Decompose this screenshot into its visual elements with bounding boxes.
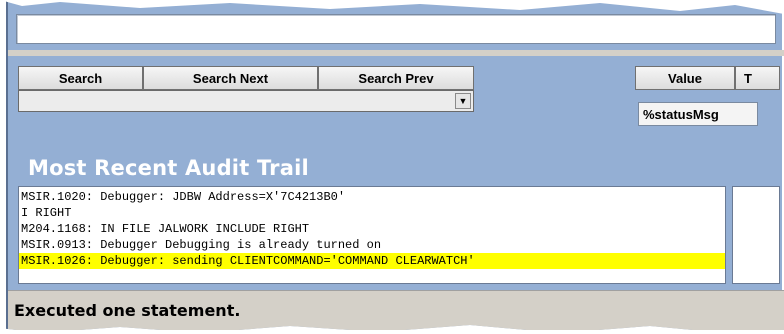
search-button[interactable]: Search xyxy=(18,66,143,90)
chevron-down-icon[interactable]: ▼ xyxy=(455,93,471,109)
truncated-column-header[interactable]: T xyxy=(735,66,780,90)
side-panel[interactable] xyxy=(732,186,780,284)
log-line: MSIR.0913: Debugger Debugging is already… xyxy=(21,238,382,252)
search-dropdown[interactable]: ▼ xyxy=(18,90,474,112)
log-line-highlighted: MSIR.1026: Debugger: sending CLIENTCOMMA… xyxy=(19,253,725,269)
log-line: M204.1168: IN FILE JALWORK INCLUDE RIGHT xyxy=(21,222,310,236)
log-line: MSIR.1020: Debugger: JDBW Address=X'7C42… xyxy=(21,190,346,204)
debugger-window: Search Search Next Search Prev Value T ▼… xyxy=(6,0,784,330)
value-cell-statusmsg[interactable]: %statusMsg xyxy=(638,102,758,126)
top-divider-band xyxy=(8,50,784,56)
value-column-header[interactable]: Value xyxy=(635,66,735,90)
audit-trail-log[interactable]: MSIR.1020: Debugger: JDBW Address=X'7C42… xyxy=(18,186,726,284)
screenshot-frame: Search Search Next Search Prev Value T ▼… xyxy=(0,0,784,334)
top-text-field[interactable] xyxy=(16,14,776,44)
audit-trail-title: Most Recent Audit Trail xyxy=(28,156,309,180)
search-next-button[interactable]: Search Next xyxy=(143,66,318,90)
search-prev-button[interactable]: Search Prev xyxy=(318,66,474,90)
status-text: Executed one statement. xyxy=(14,301,241,320)
status-bar: Executed one statement. xyxy=(8,290,784,330)
log-line: I RIGHT xyxy=(21,206,72,220)
